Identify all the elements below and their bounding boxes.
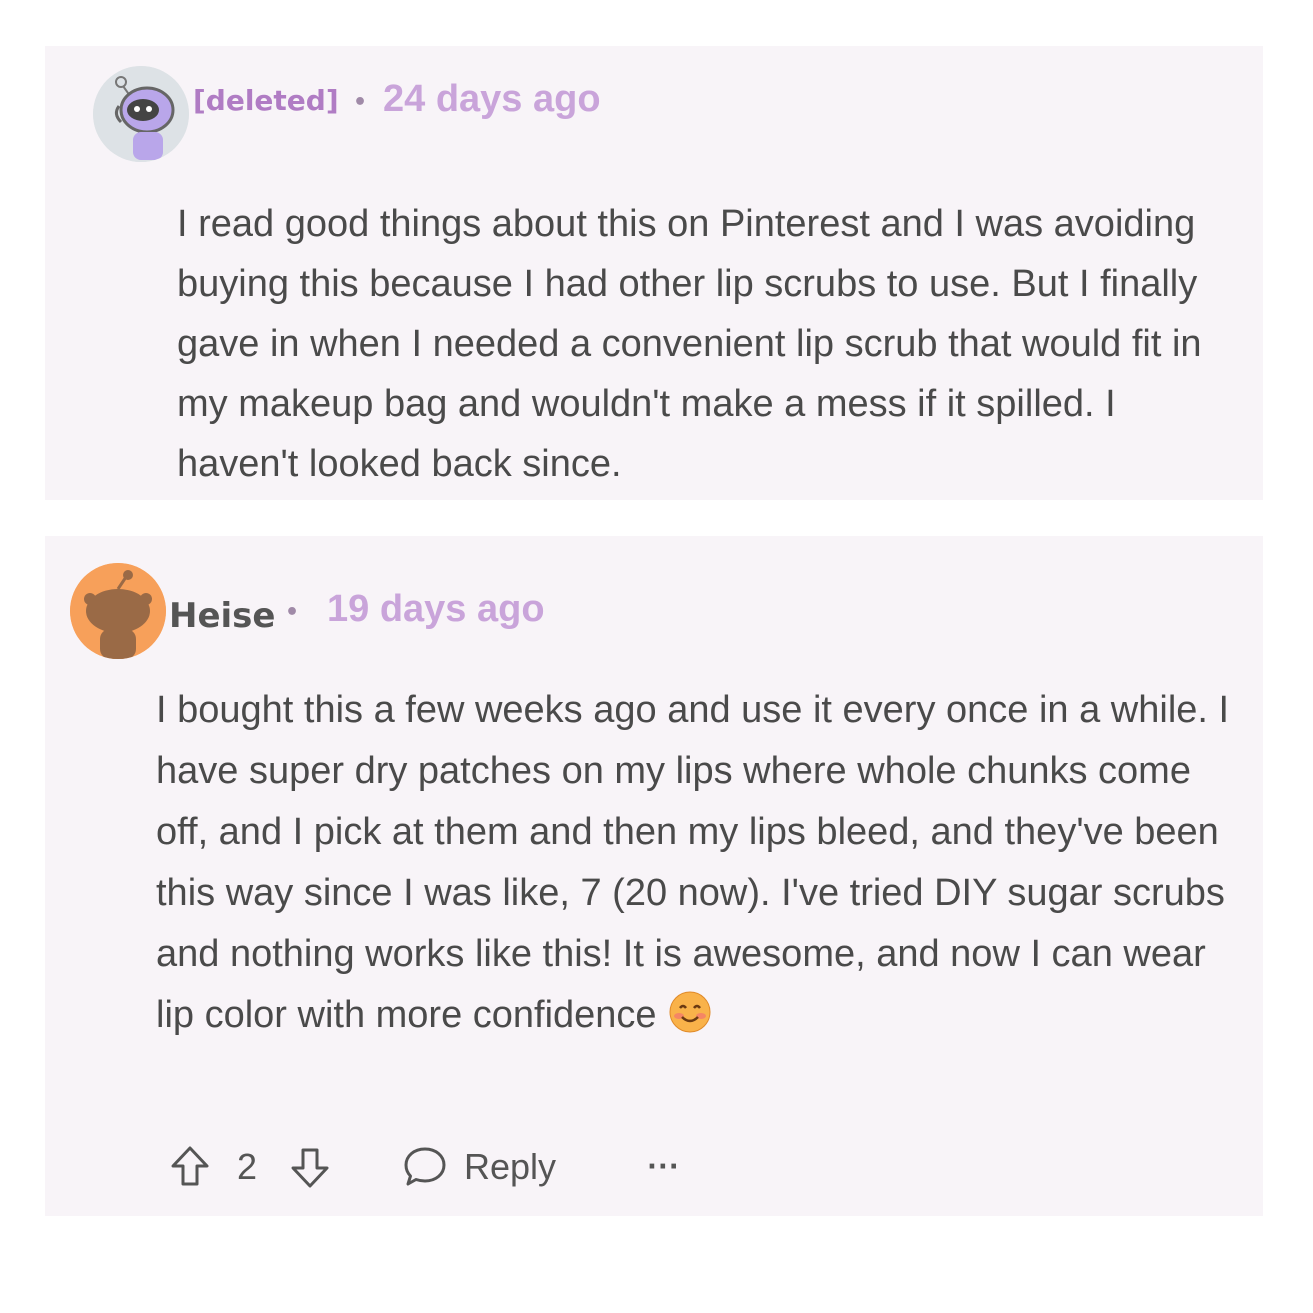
comment-author[interactable]: Heise [169,596,275,636]
avatar[interactable] [93,66,189,162]
snoo-icon [70,563,166,659]
smiling-face-emoji-icon [669,991,711,1033]
more-options-button[interactable]: ··· [647,1142,680,1192]
comment-body-text: I bought this a few weeks ago and use it… [156,689,1230,1036]
comment-card: Heise • 19 days ago I bought this a few … [45,536,1263,1216]
reply-label: Reply [464,1146,557,1187]
comment-timestamp[interactable]: 19 days ago [327,588,545,631]
reply-button[interactable]: Reply [402,1142,556,1192]
separator-dot: • [353,90,368,115]
upvote-arrow-icon [171,1146,209,1186]
comment-body: I read good things about this on Pintere… [177,203,1202,485]
snoo-astronaut-icon [93,66,189,162]
comment-author[interactable]: [deleted] [193,84,339,117]
avatar[interactable] [70,563,166,659]
downvote-button[interactable] [287,1142,333,1192]
comment-actions: 2 Reply ··· [167,1142,767,1192]
comment-body: I bought this a few weeks ago and use it… [156,680,1246,1046]
separator-dot: • [285,600,300,625]
upvote-button[interactable] [167,1142,213,1192]
vote-score: 2 [237,1146,258,1187]
comment-timestamp[interactable]: 24 days ago [383,78,601,121]
speech-bubble-icon [404,1147,446,1186]
comment-card: [deleted] • 24 days ago I read good thin… [45,46,1263,500]
downvote-arrow-icon [291,1148,329,1188]
